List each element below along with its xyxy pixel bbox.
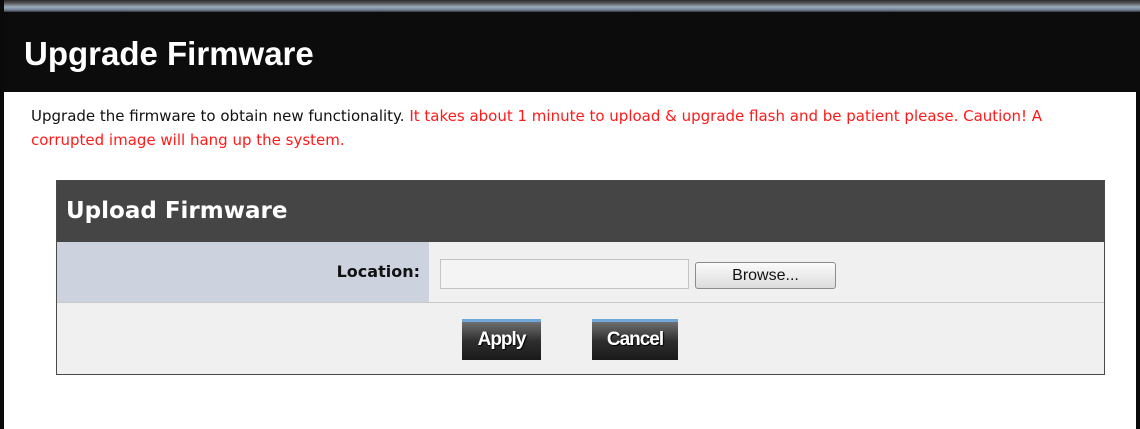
- page-title: Upgrade Firmware: [24, 35, 314, 72]
- page-frame: Upgrade Firmware Upgrade the firmware to…: [0, 0, 1140, 429]
- title-bar: Upgrade Firmware: [4, 12, 1140, 92]
- location-row: Location: Browse...: [57, 242, 1104, 303]
- intro-text: Upgrade the firmware to obtain new funct…: [31, 104, 1111, 152]
- location-label-cell: Location:: [57, 242, 429, 302]
- action-row: Apply Cancel: [57, 303, 1104, 374]
- apply-button[interactable]: Apply: [462, 319, 541, 360]
- browse-button[interactable]: Browse...: [695, 262, 836, 289]
- top-gradient-strip: [4, 0, 1140, 12]
- location-label: Location:: [336, 262, 420, 281]
- intro-description: Upgrade the firmware to obtain new funct…: [31, 107, 405, 125]
- upload-firmware-panel: Upload Firmware Location: Browse... Appl…: [56, 180, 1105, 375]
- cancel-button[interactable]: Cancel: [592, 319, 678, 360]
- panel-header: Upload Firmware: [57, 181, 1104, 242]
- panel-title: Upload Firmware: [66, 198, 288, 224]
- location-file-input[interactable]: [440, 259, 689, 289]
